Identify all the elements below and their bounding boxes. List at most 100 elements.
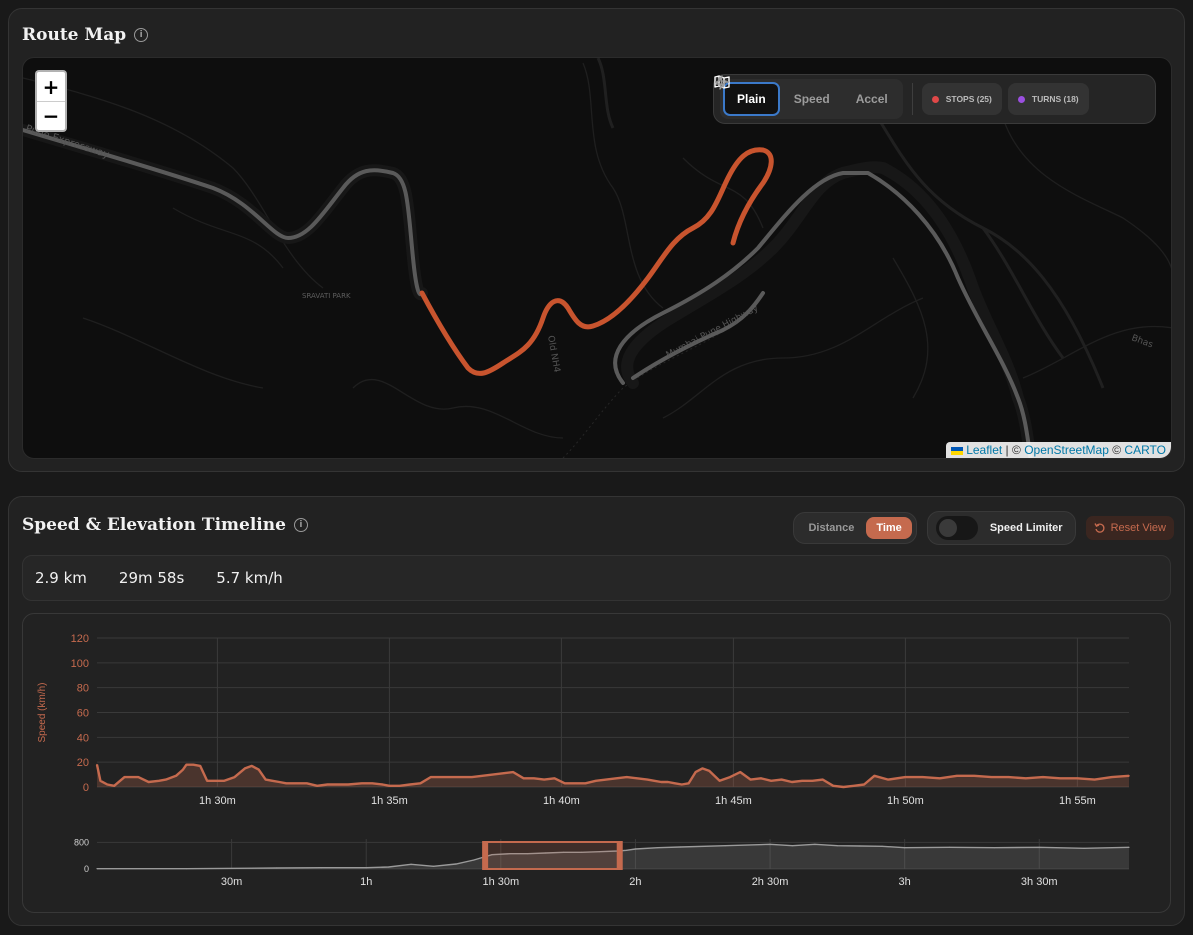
y-tick-label: 120 [71, 633, 89, 645]
speed-point [1111, 776, 1113, 778]
turns-dot-icon [1017, 95, 1025, 103]
elevation-point [904, 847, 906, 849]
speed-point [512, 771, 515, 773]
speed-point [175, 775, 177, 777]
elevation-point [473, 859, 475, 861]
speed-point [543, 778, 545, 781]
map-mode-group: Plain Speed Accel [714, 75, 903, 119]
speed-point [130, 776, 133, 778]
stat-distance: 2.9 km [35, 569, 87, 587]
attribution-sep: © [1108, 443, 1125, 457]
speed-point [502, 772, 504, 775]
y-tick-label: 60 [77, 708, 89, 720]
selection-window[interactable] [484, 841, 621, 870]
speed-point [990, 776, 993, 778]
info-icon[interactable]: i [134, 28, 149, 42]
elevation-overview-chart[interactable]: 0 800 30m 1h 1h 30m 2h 2h 30m 3h 3h 30m [23, 819, 1171, 913]
reset-view-button[interactable]: Reset View [1085, 516, 1174, 540]
stat-duration: 29m 58s [118, 569, 185, 587]
map-label-bhas: Bhas [1130, 333, 1154, 350]
speed-point [739, 771, 742, 773]
overview-x-tick-label: 2h [629, 876, 641, 888]
selection-handle[interactable] [616, 841, 623, 870]
y-tick-label: 20 [77, 757, 89, 769]
toolbar-divider [911, 83, 913, 115]
y-tick-label: 40 [77, 732, 89, 744]
speed-limiter-label: Speed Limiter [989, 522, 1063, 534]
speed-point [278, 781, 281, 783]
stops-toggle[interactable]: STOPS (25) [921, 83, 1002, 115]
axis-time-option[interactable]: Time [866, 517, 912, 539]
speed-limiter-switch[interactable] [935, 516, 978, 540]
speed-point [371, 782, 374, 785]
map-canvas[interactable]: Pune Expressway SRAVATI PARK Old NH4 Mum… [22, 57, 1172, 459]
carto-link[interactable]: CARTO [1124, 443, 1166, 457]
x-tick-label: 1h 55m [1059, 795, 1096, 807]
zoom-out-button[interactable]: − [37, 101, 65, 130]
speed-point [760, 777, 762, 780]
speed-point [595, 779, 597, 782]
speed-point [419, 782, 422, 785]
speed-point [1025, 777, 1027, 780]
elevation-point [1038, 846, 1040, 848]
info-icon[interactable]: i [293, 518, 308, 532]
elevation-point [814, 843, 816, 845]
speed-point [1007, 776, 1010, 778]
elevation-point [859, 845, 861, 847]
speed-point [584, 782, 587, 785]
stops-dot-icon [931, 95, 939, 103]
reset-icon [1093, 523, 1105, 533]
elevation-point [634, 848, 637, 850]
timeline-card: Speed & Elevation Timeline i Distance Ti… [8, 496, 1185, 926]
axis-distance-option[interactable]: Distance [798, 517, 864, 539]
speed-point [223, 779, 226, 782]
elevation-point [96, 868, 98, 870]
speed-point [811, 779, 814, 782]
speed-point [165, 778, 167, 781]
overview-y-tick-label: 0 [84, 864, 89, 874]
zoom-in-button[interactable]: + [37, 72, 65, 101]
mode-plain-button[interactable]: Plain [714, 75, 780, 116]
mode-speed-label: Speed [793, 92, 830, 106]
speed-point [123, 776, 126, 778]
mode-speed-button[interactable]: Speed [715, 75, 842, 116]
speed-point [615, 777, 618, 780]
leaflet-link[interactable]: Leaflet [966, 443, 1002, 457]
elevation-point [724, 845, 726, 847]
speed-point [113, 784, 115, 787]
elevation-point [432, 865, 435, 867]
elevation-point [455, 863, 457, 865]
activity-icon [715, 76, 729, 88]
speed-point [973, 775, 975, 777]
speed-point [251, 765, 253, 767]
speed-point [147, 781, 150, 783]
speed-point [1042, 776, 1044, 778]
speed-point [832, 784, 834, 787]
mode-accel-button[interactable]: Accel [715, 76, 900, 116]
speed-point [718, 779, 721, 782]
attribution-sep: | © [1002, 443, 1025, 457]
overview-x-tick-label: 3h 30m [1021, 876, 1058, 888]
elevation-point [993, 847, 995, 849]
selection-handle[interactable] [482, 841, 489, 870]
zoom-control: + − [35, 70, 67, 132]
chart-container: 0 20 40 60 80 100 120 1h 30m 1h 35m 1h 40m 1h 45m 1… [22, 613, 1171, 913]
speed-chart[interactable]: 0 20 40 60 80 100 120 1h 30m 1h 35m 1h 40m 1h 45m 1… [23, 614, 1171, 809]
speed-point [660, 781, 662, 783]
turns-toggle[interactable]: TURNS (18) [1007, 83, 1089, 115]
speed-point [306, 782, 308, 785]
speed-point [956, 775, 958, 777]
speed-point [694, 771, 697, 773]
osm-link[interactable]: OpenStreetMap [1024, 443, 1109, 457]
elevation-point [769, 843, 771, 845]
speed-point [921, 776, 924, 778]
speed-point [137, 776, 140, 778]
speed-point [1059, 777, 1061, 780]
overview-x-tick-label: 1h [360, 876, 372, 888]
speed-point [99, 779, 102, 782]
speed-point [106, 783, 109, 786]
speed-point [182, 768, 184, 771]
speed-point [192, 763, 195, 766]
speed-point [388, 784, 391, 787]
x-tick-label: 1h 50m [887, 795, 924, 807]
